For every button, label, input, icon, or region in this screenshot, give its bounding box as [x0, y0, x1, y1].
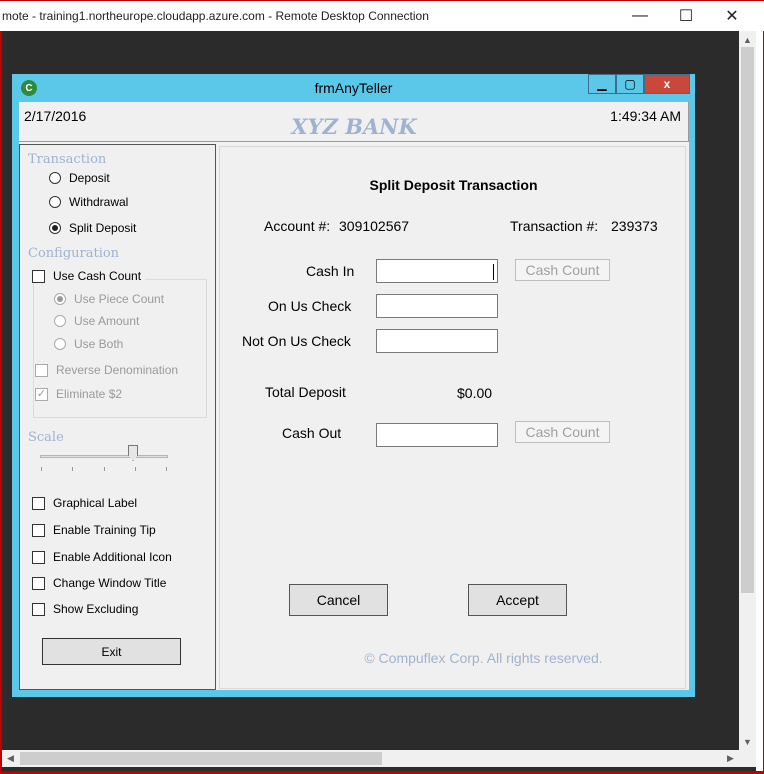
app-client-area: 2/17/2016 XYZ BANK 1:49:34 AM Transactio…	[19, 102, 689, 690]
checkbox-change-window-title[interactable]: Change Window Title	[32, 576, 166, 590]
checkbox-show-excluding[interactable]: Show Excluding	[32, 602, 138, 616]
checkbox-icon	[32, 602, 45, 616]
checkbox-eliminate-2[interactable]: ✓ Eliminate $2	[35, 387, 122, 401]
window-border	[756, 31, 764, 771]
radio-deposit[interactable]: Deposit	[49, 171, 110, 185]
rdp-titlebar: mote - training1.northeurope.cloudapp.az…	[0, 0, 764, 31]
slider-tick	[41, 467, 42, 471]
radio-use-piece-count[interactable]: Use Piece Count	[54, 292, 164, 306]
radio-label: Use Both	[74, 337, 124, 351]
transaction-panel: Split Deposit Transaction Account #: 309…	[219, 146, 686, 689]
checkbox-reverse-denomination[interactable]: Reverse Denomination	[35, 363, 178, 377]
radio-use-both[interactable]: Use Both	[54, 337, 123, 351]
checkbox-label: Change Window Title	[53, 576, 167, 590]
checkbox-label: Use Cash Count	[53, 269, 142, 283]
scroll-down-icon[interactable]: ▼	[739, 733, 756, 750]
checkbox-icon	[32, 576, 45, 590]
total-deposit-label: Total Deposit	[265, 384, 346, 400]
exit-button[interactable]: Exit	[42, 638, 181, 665]
checkbox-icon	[32, 550, 45, 564]
not-on-us-check-label: Not On Us Check	[242, 333, 351, 349]
checkmark-icon: ✓	[35, 387, 48, 401]
radio-label: Split Deposit	[69, 221, 137, 235]
transaction-heading: Split Deposit Transaction	[369, 177, 538, 193]
scroll-left-icon[interactable]: ◀	[2, 750, 19, 767]
checkbox-label: Reverse Denomination	[56, 363, 179, 377]
scale-slider-thumb[interactable]	[128, 445, 138, 461]
account-number: 309102567	[339, 218, 410, 234]
radio-checked-icon	[49, 222, 61, 234]
scale-slider-track[interactable]	[40, 455, 168, 458]
time-display: 1:49:34 AM	[610, 108, 681, 124]
scroll-up-icon[interactable]: ▲	[739, 31, 756, 48]
radio-label: Deposit	[69, 171, 110, 185]
scroll-corner	[739, 750, 756, 767]
account-label: Account #:	[264, 218, 331, 234]
slider-tick	[135, 467, 136, 471]
horizontal-scroll-thumb[interactable]	[20, 752, 382, 765]
radio-label: Withdrawal	[69, 195, 129, 209]
transaction-group-title: Transaction	[28, 152, 107, 167]
configuration-group-title: Configuration	[28, 246, 120, 261]
radio-withdrawal[interactable]: Withdrawal	[49, 195, 128, 209]
checkbox-label: Show Excluding	[53, 602, 139, 616]
cash-out-label: Cash Out	[282, 425, 342, 441]
cash-in-input[interactable]	[376, 259, 498, 283]
radio-icon	[54, 315, 66, 327]
on-us-check-label: On Us Check	[268, 298, 352, 314]
cash-in-label: Cash In	[306, 263, 355, 279]
checkbox-label: Eliminate $2	[56, 387, 123, 401]
rdp-window-title: mote - training1.northeurope.cloudapp.az…	[2, 9, 429, 23]
copyright-text: © Compuflex Corp. All rights reserved.	[364, 650, 603, 666]
checkbox-enable-training-tip[interactable]: Enable Training Tip	[32, 523, 156, 537]
slider-tick	[72, 467, 73, 471]
radio-use-amount[interactable]: Use Amount	[54, 314, 139, 328]
cash-in-count-button[interactable]: Cash Count	[515, 259, 610, 281]
not-on-us-check-input[interactable]	[376, 329, 498, 353]
scale-group-title: Scale	[28, 430, 64, 445]
app-minimize-button[interactable]: ▁	[588, 74, 616, 94]
slider-tick	[104, 467, 105, 471]
cancel-button[interactable]: Cancel	[289, 584, 388, 616]
cash-out-input[interactable]	[376, 423, 498, 447]
rdp-minimize-button[interactable]: —	[617, 1, 663, 31]
radio-split-deposit[interactable]: Split Deposit	[49, 221, 136, 235]
cash-out-count-button[interactable]: Cash Count	[515, 421, 610, 443]
bank-name: XYZ BANK	[291, 114, 417, 139]
app-maximize-button[interactable]: ▢	[616, 74, 644, 94]
window-border	[0, 31, 2, 774]
checkbox-graphical-label[interactable]: Graphical Label	[32, 496, 137, 510]
radio-icon	[49, 172, 61, 184]
checkbox-icon	[32, 496, 45, 510]
radio-label: Use Piece Count	[74, 292, 165, 306]
checkbox-label: Enable Additional Icon	[53, 550, 172, 564]
checkbox-icon	[35, 363, 48, 377]
radio-icon	[49, 196, 61, 208]
radio-label: Use Amount	[74, 314, 140, 328]
checkbox-use-cash-count[interactable]: Use Cash Count	[32, 269, 146, 283]
slider-tick	[166, 467, 167, 471]
text-caret	[493, 264, 494, 280]
checkbox-enable-additional-icon[interactable]: Enable Additional Icon	[32, 550, 172, 564]
app-close-button[interactable]: x	[644, 74, 690, 94]
checkbox-label: Enable Training Tip	[53, 523, 156, 537]
radio-icon	[54, 338, 66, 350]
app-titlebar: C frmAnyTeller ▁ ▢ x	[12, 74, 695, 102]
app-window: C frmAnyTeller ▁ ▢ x 2/17/2016 XYZ BANK …	[12, 74, 695, 697]
total-deposit-value: $0.00	[457, 385, 493, 401]
on-us-check-input[interactable]	[376, 294, 498, 318]
transaction-number: 239373	[611, 218, 658, 234]
rdp-close-button[interactable]: ✕	[709, 1, 755, 31]
transaction-number-label: Transaction #:	[510, 218, 599, 234]
checkbox-icon	[32, 523, 45, 537]
accept-button[interactable]: Accept	[468, 584, 567, 616]
options-panel: Transaction Deposit Withdrawal Split Dep…	[19, 144, 216, 690]
vertical-scroll-thumb[interactable]	[741, 47, 754, 593]
checkbox-label: Graphical Label	[53, 496, 138, 510]
rdp-maximize-button[interactable]: ☐	[663, 1, 709, 31]
checkbox-icon	[32, 269, 45, 283]
radio-checked-icon	[54, 293, 66, 305]
scroll-right-icon[interactable]: ▶	[722, 750, 739, 767]
